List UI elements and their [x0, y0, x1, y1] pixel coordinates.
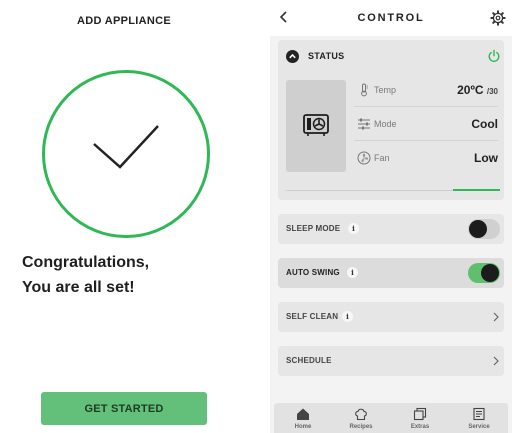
success-circle — [42, 70, 210, 238]
sleep-mode-toggle[interactable] — [468, 219, 500, 239]
fan-value: Low — [474, 151, 498, 165]
gear-icon — [490, 10, 506, 26]
temp-value: 20ºC — [457, 83, 484, 97]
temp-row: Temp 20ºC /30 — [354, 73, 498, 107]
air-conditioner-icon — [303, 114, 329, 136]
chef-hat-icon — [355, 408, 367, 421]
toggle-knob — [481, 264, 499, 282]
auto-swing-toggle[interactable] — [468, 263, 500, 283]
fan-label: Fan — [374, 153, 390, 163]
page-title: ADD APPLIANCE — [77, 15, 171, 27]
control-screen: CONTROL STATUS Temp 20ºC /30 Mode Cool F… — [270, 0, 512, 433]
tab-recipes[interactable]: Recipes — [332, 403, 390, 433]
mode-value: Cool — [471, 117, 498, 131]
sleep-mode-label: SLEEP MODE — [286, 224, 341, 233]
top-bar: CONTROL — [270, 0, 512, 36]
get-started-button[interactable]: GET STARTED — [41, 392, 207, 425]
info-icon[interactable]: i — [342, 311, 353, 322]
status-card: STATUS Temp 20ºC /30 Mode Cool Fan Low — [278, 40, 504, 200]
chevron-right-icon — [493, 312, 499, 322]
temp-label: Temp — [374, 85, 397, 95]
temp-value-wrap: 20ºC /30 — [457, 83, 498, 97]
tab-label: Extras — [410, 424, 430, 430]
settings-button[interactable] — [490, 10, 506, 26]
thermometer-icon — [361, 83, 368, 97]
congrats-message: Congratulations, You are all set! — [22, 250, 149, 300]
bottom-tab-bar: Home Recipes Extras Service — [274, 403, 508, 433]
schedule-label: SCHEDULE — [286, 356, 332, 365]
mode-label: Mode — [374, 119, 397, 129]
extras-icon — [413, 407, 427, 421]
power-icon — [488, 49, 500, 62]
sleep-mode-row: SLEEP MODE i — [278, 214, 504, 244]
add-appliance-screen: ADD APPLIANCE Congratulations, You are a… — [0, 0, 248, 433]
fan-icon — [357, 151, 371, 165]
chevron-right-icon — [493, 356, 499, 366]
status-header[interactable]: STATUS — [278, 40, 504, 72]
power-button[interactable] — [487, 49, 501, 63]
congrats-line-1: Congratulations, — [22, 254, 150, 271]
tab-extras[interactable]: Extras — [391, 403, 449, 433]
tab-label: Service — [468, 424, 490, 430]
home-icon — [297, 408, 309, 420]
status-label: STATUS — [308, 51, 345, 61]
auto-swing-row: AUTO SWING i — [278, 258, 504, 288]
tab-label: Home — [294, 424, 312, 430]
checkmark-icon — [93, 125, 159, 169]
status-progress-fill — [453, 189, 500, 191]
tab-home[interactable]: Home — [274, 403, 332, 433]
device-image — [286, 80, 346, 172]
tab-service[interactable]: Service — [450, 403, 508, 433]
schedule-row[interactable]: SCHEDULE — [278, 346, 504, 376]
page-title: CONTROL — [357, 12, 425, 24]
self-clean-label: SELF CLEAN — [286, 312, 339, 321]
self-clean-row[interactable]: SELF CLEAN i — [278, 302, 504, 332]
auto-swing-label: AUTO SWING — [286, 268, 340, 277]
toggle-knob — [469, 220, 487, 238]
chevron-up-icon — [286, 50, 299, 63]
info-icon[interactable]: i — [347, 267, 358, 278]
congrats-line-2: You are all set! — [22, 279, 135, 296]
service-icon — [473, 407, 485, 421]
tab-label: Recipes — [349, 424, 373, 430]
sliders-icon — [358, 118, 370, 130]
info-icon[interactable]: i — [348, 223, 359, 234]
temp-max: /30 — [486, 87, 498, 96]
fan-row[interactable]: Fan Low — [354, 141, 498, 175]
mode-row[interactable]: Mode Cool — [354, 107, 498, 141]
